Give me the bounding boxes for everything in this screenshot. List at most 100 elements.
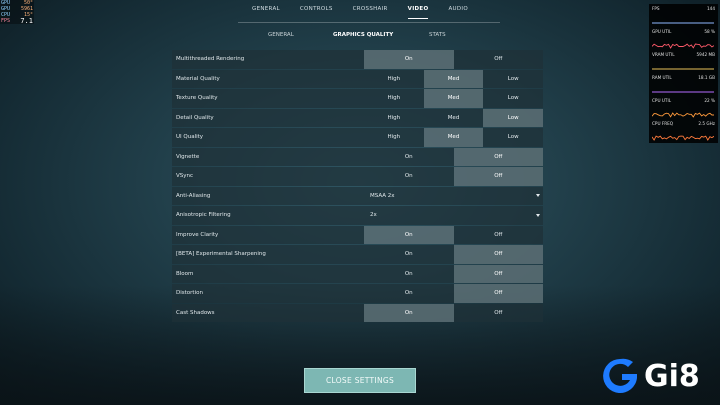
perf-metric-header: RAM UTIL 18.1 GB [652, 75, 715, 80]
option-off[interactable]: Off [454, 226, 544, 245]
option-med[interactable]: Med [424, 109, 484, 128]
perf-metric: CPU UTIL 22 % [652, 98, 715, 121]
setting-row: Texture Quality High Med Low [172, 89, 543, 108]
perf-metric-value: 18.1 GB [698, 75, 715, 80]
option-med[interactable]: Med [423, 89, 484, 108]
setting-row: [BETA] Experimental Sharpening On Off [172, 245, 543, 264]
option-on[interactable]: On [364, 265, 454, 284]
option-high[interactable]: High [364, 109, 424, 128]
chevron-down-icon [536, 194, 540, 198]
setting-label: Cast Shadows [176, 309, 215, 316]
video-sub-nav: GENERAL GRAPHICS QUALITY STATS [255, 32, 469, 40]
perf-metric-header: FPS 144 [652, 6, 715, 11]
subtab-graphics-quality[interactable]: GRAPHICS QUALITY [333, 32, 429, 40]
option-med[interactable]: Med [423, 128, 484, 147]
tab-general[interactable]: GENERAL [242, 6, 290, 16]
dropdown-value: 2x [370, 212, 377, 219]
setting-row: Cast Shadows On Off [172, 303, 544, 323]
option-med[interactable]: Med [423, 69, 484, 88]
perf-metric-label: RAM UTIL [652, 75, 672, 80]
option-on[interactable]: On [364, 245, 454, 264]
subtab-general[interactable]: GENERAL [255, 32, 333, 40]
option-on[interactable]: On [364, 148, 454, 167]
tab-crosshair[interactable]: CROSSHAIR [343, 6, 398, 16]
setting-options: On Off [364, 225, 544, 245]
perf-metric: FPS 144 [652, 6, 715, 29]
setting-row: UI Quality High Med Low [172, 128, 543, 147]
setting-label: Distortion [176, 290, 203, 297]
setting-options: High Med Low [364, 108, 544, 128]
setting-label: Bloom [176, 270, 194, 277]
setting-row: Vignette On Off [172, 147, 543, 167]
setting-options: On Off [364, 147, 543, 167]
sparkline-graph [652, 111, 714, 118]
option-off[interactable]: Off [453, 245, 543, 264]
option-low[interactable]: Low [483, 70, 543, 89]
setting-row: Multithreaded Rendering On Off [172, 50, 543, 69]
perf-metric-value: 5942 MB [696, 52, 715, 57]
setting-row: VSync On Off [172, 167, 543, 186]
option-on[interactable]: On [364, 303, 454, 322]
setting-row: Improve Clarity On Off [172, 225, 544, 245]
setting-label: UI Quality [176, 134, 204, 141]
performance-monitor-panel: FPS 144 GPU UTIL 58 % VRAM UTIL 5942 MB RAM UT… [649, 4, 718, 143]
perf-metric-header: GPU UTIL 58 % [652, 29, 715, 34]
perf-metric: GPU UTIL 58 % [652, 29, 715, 52]
setting-dropdown[interactable]: MSAA 2x [364, 187, 543, 206]
settings-top-nav: GENERAL CONTROLS CROSSHAIR VIDEO AUDIO [0, 6, 720, 19]
setting-label: Texture Quality [176, 95, 218, 102]
perf-metric-value: 144 [707, 6, 715, 11]
option-high[interactable]: High [364, 70, 424, 89]
option-off[interactable]: Off [454, 50, 544, 69]
perf-metric-label: FPS [652, 6, 660, 11]
option-off[interactable]: Off [454, 304, 544, 323]
setting-row: Anti-Aliasing MSAA 2x [172, 186, 543, 206]
setting-options: High Med Low [364, 89, 543, 108]
option-on[interactable]: On [364, 50, 454, 69]
hud-row: FPS 7.1 [1, 17, 33, 25]
option-on[interactable]: On [364, 167, 454, 186]
option-off[interactable]: Off [453, 167, 543, 186]
sparkline-graph [652, 68, 714, 69]
perf-metric: RAM UTIL 18.1 GB [652, 75, 715, 98]
setting-label: Improve Clarity [176, 231, 219, 238]
perf-metric-value: 58 % [704, 29, 715, 34]
setting-options: On Off [364, 284, 543, 303]
gi8-logo-text: Gi8 [644, 358, 700, 394]
tab-controls[interactable]: CONTROLS [290, 6, 343, 16]
graphics-settings-list: Multithreaded Rendering On Off Material Qua… [172, 50, 544, 323]
perf-metric-label: CPU UTIL [652, 98, 672, 103]
perf-metric-value: 2.5 GHz [698, 121, 715, 126]
setting-options: On Off [364, 264, 543, 284]
subtab-stats[interactable]: STATS [429, 32, 469, 40]
option-off[interactable]: Off [453, 264, 543, 283]
option-off[interactable]: Off [453, 284, 543, 303]
setting-options: On Off [364, 303, 544, 323]
setting-label: VSync [176, 173, 194, 180]
setting-dropdown[interactable]: 2x [364, 206, 543, 225]
tab-audio[interactable]: AUDIO [438, 6, 477, 16]
perf-metric-header: CPU UTIL 22 % [652, 98, 715, 103]
perf-metric-label: CPU FREQ [652, 121, 674, 126]
setting-label: Detail Quality [176, 114, 214, 121]
nav-divider [238, 22, 500, 23]
setting-row: Anisotropic Filtering 2x [172, 206, 543, 225]
setting-options: On Off [364, 50, 543, 69]
gi8-logo: Gi8 [600, 355, 715, 397]
option-low[interactable]: Low [483, 108, 544, 127]
option-on[interactable]: On [364, 225, 454, 244]
option-low[interactable]: Low [483, 128, 543, 147]
setting-label: [BETA] Experimental Sharpening [176, 251, 266, 258]
perf-metric-label: VRAM UTIL [652, 52, 675, 57]
setting-options: High Med Low [364, 128, 543, 147]
option-high[interactable]: High [364, 128, 424, 147]
close-settings-button[interactable]: CLOSE SETTINGS [304, 368, 416, 393]
option-high[interactable]: High [364, 89, 424, 108]
option-on[interactable]: On [364, 284, 454, 303]
option-off[interactable]: Off [453, 147, 543, 166]
sparkline-graph [652, 43, 714, 49]
tab-video[interactable]: VIDEO [398, 6, 439, 19]
option-low[interactable]: Low [483, 89, 543, 108]
perf-metric-header: CPU FREQ 2.5 GHz [652, 121, 715, 126]
setting-row: Bloom On Off [172, 264, 543, 284]
